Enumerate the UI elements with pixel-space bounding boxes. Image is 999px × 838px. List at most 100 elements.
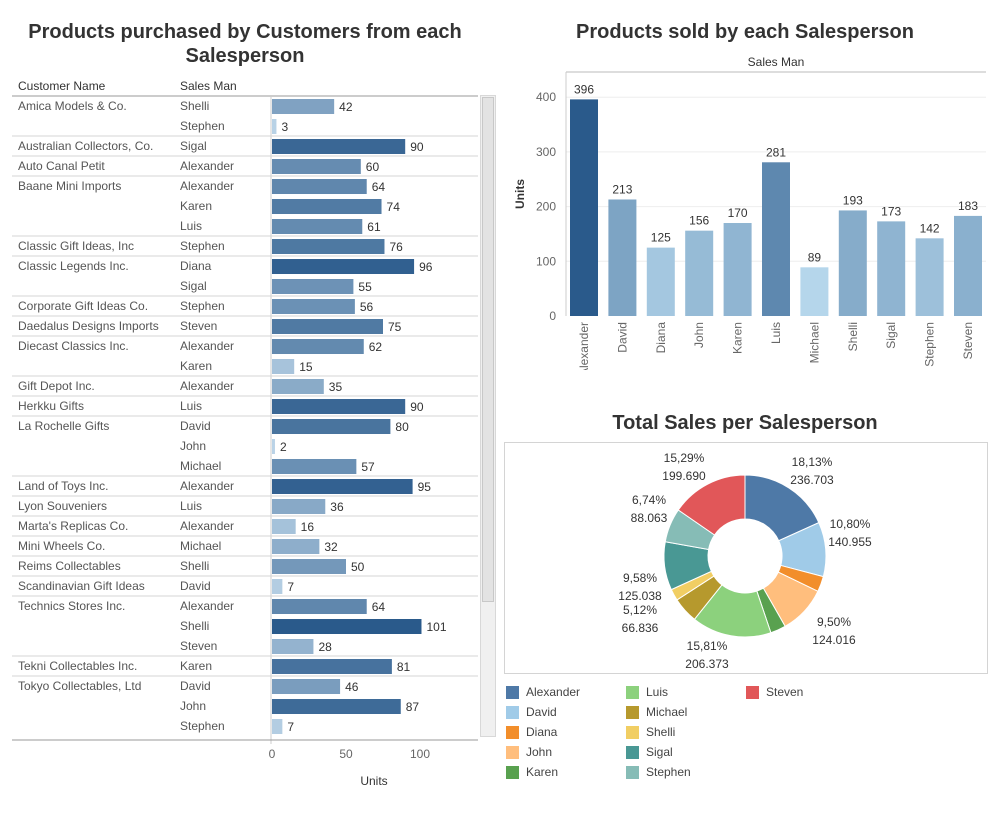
salesman-name: Sigal bbox=[180, 279, 207, 293]
legend-item[interactable]: Alexander bbox=[506, 684, 580, 700]
legend-item[interactable]: David bbox=[506, 704, 557, 720]
x-category-label: Luis bbox=[769, 322, 783, 344]
scrollbar-thumb[interactable] bbox=[482, 97, 494, 602]
bar-value-label: 101 bbox=[426, 620, 446, 634]
vertical-scrollbar[interactable] bbox=[480, 95, 496, 737]
slice-value-label: 236.703 bbox=[790, 473, 834, 487]
legend-item[interactable]: Stephen bbox=[626, 764, 691, 780]
legend-item[interactable]: Luis bbox=[626, 684, 668, 700]
legend-label: Michael bbox=[646, 705, 688, 719]
customer-name: Marta's Replicas Co. bbox=[18, 519, 128, 533]
customer-name: Lyon Souveniers bbox=[18, 499, 107, 513]
bar-value-label: 142 bbox=[920, 221, 940, 235]
bar bbox=[723, 223, 752, 316]
bar bbox=[272, 439, 275, 454]
x-category-label: David bbox=[615, 322, 629, 353]
slice-percent-label: 9,58% bbox=[623, 571, 657, 585]
legend-item[interactable]: Diana bbox=[506, 724, 557, 740]
y-tick-label: 200 bbox=[536, 200, 556, 214]
slice-value-label: 206.373 bbox=[685, 657, 729, 671]
bar bbox=[272, 699, 401, 714]
bar-value-label: 89 bbox=[808, 250, 822, 264]
pie-chart-title: Total Sales per Salesperson bbox=[612, 412, 878, 434]
column-header-salesman: Sales Man bbox=[180, 79, 237, 93]
x-category-label: Shelli bbox=[846, 322, 860, 351]
x-category-label: Karen bbox=[731, 322, 745, 354]
legend-swatch bbox=[506, 685, 519, 699]
customer-name: Amica Models & Co. bbox=[18, 99, 127, 113]
legend-swatch bbox=[506, 705, 519, 719]
legend-label: Stephen bbox=[646, 765, 691, 779]
legend-item[interactable]: Steven bbox=[746, 684, 803, 700]
legend-item[interactable]: John bbox=[506, 744, 552, 760]
bar-value-label: 15 bbox=[299, 360, 313, 374]
salesman-name: Shelli bbox=[180, 559, 209, 573]
pie-legend: Alexander David Diana John Karen Luis Michael S… bbox=[506, 684, 986, 794]
y-tick-label: 400 bbox=[536, 90, 556, 104]
bar-value-label: 7 bbox=[287, 580, 294, 594]
legend-item[interactable]: Sigal bbox=[626, 744, 673, 760]
bar-value-label: 64 bbox=[372, 600, 386, 614]
bar bbox=[646, 247, 675, 316]
bar bbox=[608, 199, 637, 316]
x-axis-title: Units bbox=[360, 774, 387, 788]
salesman-name: Luis bbox=[180, 219, 202, 233]
customer-name: Daedalus Designs Imports bbox=[18, 319, 159, 333]
salesman-name: Alexander bbox=[180, 339, 234, 353]
bar-value-label: 60 bbox=[366, 160, 380, 174]
bar bbox=[272, 259, 415, 274]
legend-swatch bbox=[626, 705, 639, 719]
bar-value-label: 156 bbox=[689, 214, 709, 228]
bar bbox=[272, 339, 364, 354]
customer-name: Diecast Classics Inc. bbox=[18, 339, 129, 353]
salesman-name: Karen bbox=[180, 199, 212, 213]
salesman-name: Steven bbox=[180, 319, 217, 333]
bar-value-label: 7 bbox=[287, 720, 294, 734]
x-category-label: John bbox=[692, 322, 706, 348]
customer-name: Classic Gift Ideas, Inc bbox=[18, 239, 134, 253]
legend-item[interactable]: Karen bbox=[506, 764, 558, 780]
legend-swatch bbox=[626, 745, 639, 759]
legend-label: Sigal bbox=[646, 745, 673, 759]
bar-value-label: 3 bbox=[281, 120, 288, 134]
bar bbox=[272, 319, 383, 334]
x-category-label: Diana bbox=[654, 322, 668, 354]
salesman-name: Stephen bbox=[180, 299, 225, 313]
bar bbox=[272, 179, 367, 194]
bar bbox=[272, 119, 277, 134]
salesman-name: Shelli bbox=[180, 619, 209, 633]
bar bbox=[272, 579, 283, 594]
salesman-name: Stephen bbox=[180, 119, 225, 133]
bar-value-label: 90 bbox=[410, 140, 424, 154]
legend-item[interactable]: Michael bbox=[626, 704, 687, 720]
x-category-label: Stephen bbox=[923, 322, 937, 367]
salesman-name: David bbox=[180, 579, 211, 593]
bar-value-label: 42 bbox=[339, 100, 353, 114]
bar bbox=[272, 359, 295, 374]
slice-value-label: 88.063 bbox=[631, 511, 668, 525]
bar bbox=[272, 399, 406, 414]
slice-percent-label: 15,81% bbox=[687, 639, 728, 653]
sales-donut-chart: 18,13% 236.703 10,80% 140.955 9,50% 124.016 15… bbox=[504, 442, 988, 674]
bar bbox=[877, 221, 906, 316]
bar-value-label: 95 bbox=[418, 480, 432, 494]
customer-name: Gift Depot Inc. bbox=[18, 379, 95, 393]
salesman-name: Stephen bbox=[180, 719, 225, 733]
salesman-name: Luis bbox=[180, 399, 202, 413]
bar bbox=[272, 419, 391, 434]
legend-label: Diana bbox=[526, 725, 558, 739]
bar-value-label: 64 bbox=[372, 180, 386, 194]
x-tick-label: 0 bbox=[269, 747, 276, 761]
x-tick-label: 50 bbox=[339, 747, 353, 761]
bar-value-label: 87 bbox=[406, 700, 420, 714]
bar bbox=[272, 539, 320, 554]
legend-label: Steven bbox=[766, 685, 804, 699]
bar bbox=[272, 679, 341, 694]
slice-value-label: 125.038 bbox=[618, 589, 662, 603]
legend-item[interactable]: Shelli bbox=[626, 724, 675, 740]
salesman-name: Michael bbox=[180, 459, 221, 473]
top-right-chart-title: Products sold by each Salesperson bbox=[576, 21, 914, 43]
bar-value-label: 32 bbox=[324, 540, 338, 554]
bar-value-label: 125 bbox=[651, 231, 671, 245]
customer-name: Scandinavian Gift Ideas bbox=[18, 579, 145, 593]
